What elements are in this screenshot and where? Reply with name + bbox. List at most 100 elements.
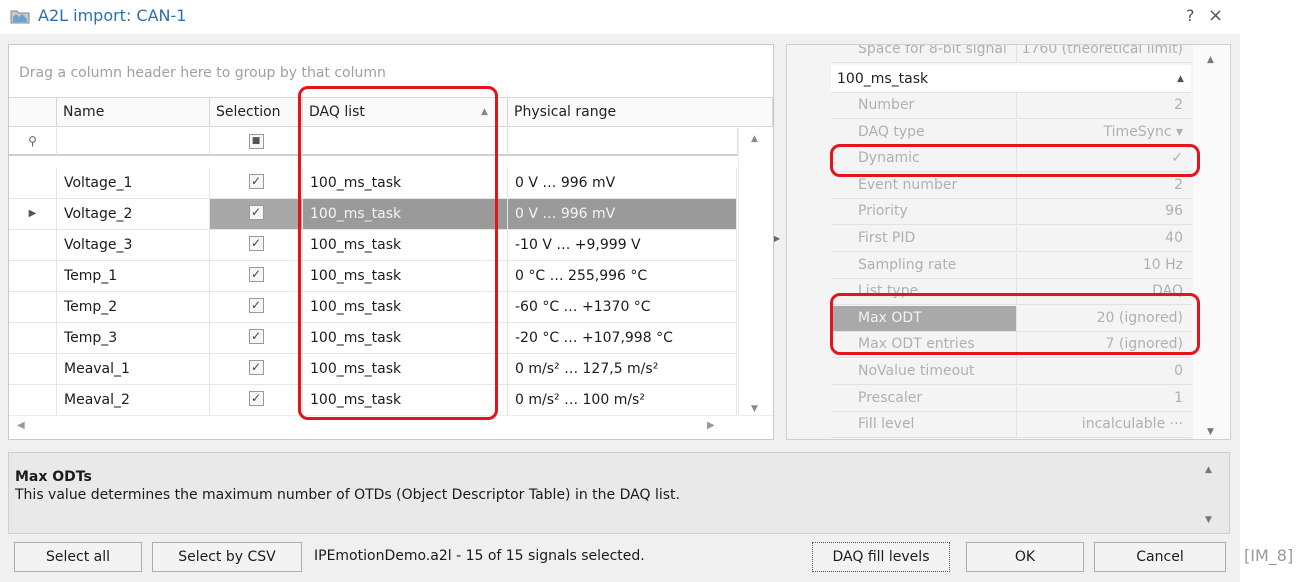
property-value[interactable]: 2 <box>1017 93 1191 118</box>
table-row[interactable]: Voltage_3 ✓ 100_ms_task -10 V … +9,999 V <box>9 230 737 261</box>
daq-list-cell[interactable]: 100_ms_task <box>303 199 508 229</box>
daq-list-cell[interactable]: 100_ms_task <box>303 354 508 384</box>
property-value[interactable]: incalculable ··· <box>1017 412 1191 437</box>
table-row[interactable]: Temp_2 ✓ 100_ms_task -60 °C … +1370 °C <box>9 292 737 323</box>
property-row[interactable]: Max ODT entries 7 (ignored) <box>831 332 1191 358</box>
selection-checkbox[interactable]: ✓ <box>210 292 303 322</box>
physical-range-cell[interactable]: -20 °C … +107,998 °C <box>508 323 737 353</box>
table-row[interactable]: Temp_1 ✓ 100_ms_task 0 °C … 255,996 °C <box>9 261 737 292</box>
grid-vertical-scrollbar[interactable]: ▲ ▼ <box>738 128 773 434</box>
scroll-right-icon[interactable]: ▶ <box>707 420 715 431</box>
property-row[interactable]: Max ODT 20 (ignored) <box>831 306 1191 332</box>
grid-horizontal-scrollbar[interactable]: ◀ ▶ <box>9 415 773 439</box>
scroll-up-icon[interactable]: ▲ <box>1207 55 1214 65</box>
scroll-down-icon[interactable]: ▼ <box>751 404 758 414</box>
filter-daq-list-input[interactable] <box>303 128 508 156</box>
signal-name-cell[interactable]: Temp_2 <box>57 292 210 322</box>
physical-range-cell[interactable]: 0 V … 996 mV <box>508 199 737 229</box>
physical-range-cell[interactable]: 0 °C … 255,996 °C <box>508 261 737 291</box>
property-value[interactable]: 2 <box>1017 173 1191 198</box>
table-row[interactable]: Temp_3 ✓ 100_ms_task -20 °C … +107,998 °C <box>9 323 737 354</box>
daq-list-cell[interactable]: 100_ms_task <box>303 292 508 322</box>
scroll-down-icon[interactable]: ▼ <box>1205 515 1212 525</box>
filter-name-input[interactable] <box>57 128 210 156</box>
property-row[interactable]: Fill level incalculable ··· <box>831 412 1191 438</box>
daq-list-cell[interactable]: 100_ms_task <box>303 261 508 291</box>
filter-physical-range-input[interactable] <box>508 128 738 156</box>
scroll-left-icon[interactable]: ◀ <box>17 420 25 431</box>
scroll-up-icon[interactable]: ▲ <box>751 134 758 144</box>
property-row[interactable]: Prescaler 1 <box>831 386 1191 412</box>
checkbox-icon[interactable]: ✓ <box>248 204 264 220</box>
checkbox-icon[interactable]: ✓ <box>248 297 264 313</box>
checkbox-icon[interactable]: ✓ <box>248 390 264 406</box>
property-value[interactable]: TimeSync ▾ <box>1017 120 1191 145</box>
selection-checkbox[interactable]: ✓ <box>210 385 303 415</box>
physical-range-cell[interactable]: -60 °C … +1370 °C <box>508 292 737 322</box>
property-value[interactable]: 20 (ignored) <box>1017 306 1191 331</box>
daq-list-cell[interactable]: 100_ms_task <box>303 385 508 415</box>
property-value[interactable]: 7 (ignored) <box>1017 332 1191 357</box>
signal-name-cell[interactable]: Voltage_3 <box>57 230 210 260</box>
daq-list-cell[interactable]: 100_ms_task <box>303 323 508 353</box>
panel-splitter[interactable]: ▶ <box>774 44 786 440</box>
properties-vertical-scrollbar[interactable]: ▲ ▼ <box>1193 45 1230 439</box>
table-row[interactable]: Meaval_1 ✓ 100_ms_task 0 m/s² … 127,5 m/s² <box>9 354 737 385</box>
property-row[interactable]: List type DAQ <box>831 279 1191 305</box>
table-row[interactable]: Meaval_2 ✓ 100_ms_task 0 m/s² … 100 m/s² <box>9 385 737 416</box>
property-row[interactable]: Dynamic ✓ <box>831 146 1191 172</box>
table-row[interactable]: Voltage_1 ✓ 100_ms_task 0 V … 996 mV <box>9 168 737 199</box>
checkbox-icon[interactable]: ✓ <box>248 328 264 344</box>
property-row[interactable]: First PID 40 <box>831 226 1191 252</box>
property-value[interactable]: ✓ <box>1017 146 1191 171</box>
cancel-button[interactable]: Cancel <box>1094 542 1226 572</box>
checkbox-icon[interactable]: ✓ <box>248 359 264 375</box>
signal-name-cell[interactable]: Temp_1 <box>57 261 210 291</box>
filter-selection-checkbox[interactable]: ■ <box>210 128 303 156</box>
ok-button[interactable]: OK <box>966 542 1084 572</box>
group-by-hint[interactable]: Drag a column header here to group by th… <box>19 65 386 81</box>
property-row[interactable]: NoValue timeout 0 <box>831 359 1191 385</box>
selection-checkbox[interactable]: ✓ <box>210 261 303 291</box>
property-value[interactable]: 0 (theoretical limit) <box>1017 439 1191 440</box>
expand-right-icon[interactable]: ▶ <box>774 234 780 243</box>
select-all-button[interactable]: Select all <box>14 542 142 572</box>
checkbox-icon[interactable]: ✓ <box>248 173 264 189</box>
column-header-name[interactable]: Name <box>57 97 210 127</box>
collapse-icon[interactable]: ▲ <box>1177 65 1184 93</box>
physical-range-cell[interactable]: 0 m/s² … 127,5 m/s² <box>508 354 737 384</box>
select-by-csv-button[interactable]: Select by CSV <box>152 542 302 572</box>
column-header-daq-list[interactable]: DAQ list ▲ <box>303 97 508 127</box>
selection-checkbox[interactable]: ✓ <box>210 199 303 229</box>
column-header-physical-range[interactable]: Physical range <box>508 97 773 127</box>
property-row[interactable]: Space for 64-bit signal0 (theoretical li… <box>831 439 1191 440</box>
table-row[interactable]: ▶ Voltage_2 ✓ 100_ms_task 0 V … 996 mV <box>9 199 737 230</box>
property-value[interactable]: 40 <box>1017 226 1191 251</box>
signal-name-cell[interactable]: Meaval_2 <box>57 385 210 415</box>
property-row[interactable]: Sampling rate 10 Hz <box>831 253 1191 279</box>
property-value[interactable]: 1 <box>1017 386 1191 411</box>
property-row[interactable]: Priority 96 <box>831 199 1191 225</box>
checkbox-icon[interactable]: ✓ <box>248 266 264 282</box>
selection-checkbox[interactable]: ✓ <box>210 323 303 353</box>
column-header-selection[interactable]: Selection <box>210 97 303 127</box>
property-value[interactable]: 96 <box>1017 199 1191 224</box>
filter-pin-icon[interactable]: ⚲ <box>9 128 57 156</box>
checkbox-icon[interactable]: ✓ <box>248 235 264 251</box>
signal-name-cell[interactable]: Meaval_1 <box>57 354 210 384</box>
physical-range-cell[interactable]: -10 V … +9,999 V <box>508 230 737 260</box>
property-row[interactable]: DAQ type TimeSync ▾ <box>831 120 1191 146</box>
daq-fill-levels-button[interactable]: DAQ fill levels <box>812 542 950 572</box>
property-row[interactable]: Number 2 <box>831 93 1191 119</box>
property-value[interactable]: 10 Hz <box>1017 253 1191 278</box>
property-category-100-ms-task[interactable]: 100_ms_task ▲ <box>831 65 1191 93</box>
signal-name-cell[interactable]: Temp_3 <box>57 323 210 353</box>
help-button[interactable]: ? <box>1186 6 1195 25</box>
signal-name-cell[interactable]: Voltage_2 <box>57 199 210 229</box>
property-value[interactable]: 0 <box>1017 359 1191 384</box>
property-row[interactable]: Event number 2 <box>831 173 1191 199</box>
scroll-down-icon[interactable]: ▼ <box>1207 427 1214 437</box>
selection-checkbox[interactable]: ✓ <box>210 230 303 260</box>
selection-checkbox[interactable]: ✓ <box>210 168 303 198</box>
physical-range-cell[interactable]: 0 m/s² … 100 m/s² <box>508 385 737 415</box>
